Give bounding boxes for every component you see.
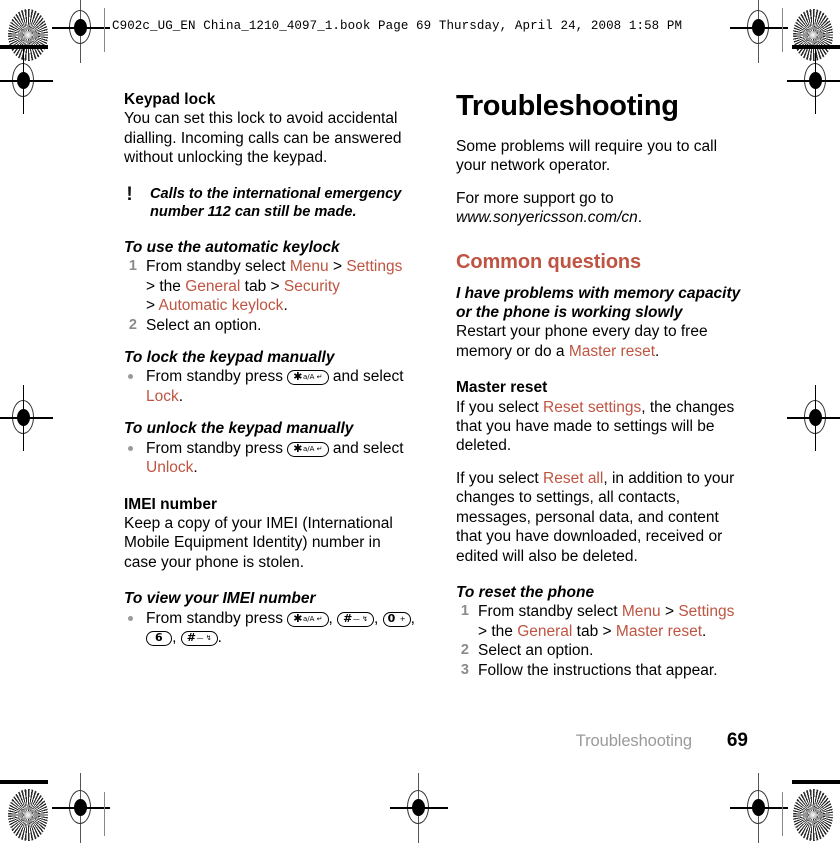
- step-text: From standby select Menu > Settings > th…: [146, 258, 403, 315]
- list-item: 2 Select an option.: [124, 316, 416, 335]
- step-text: From standby select Menu > Settings > th…: [478, 603, 735, 640]
- procedure-title-view-imei: To view your IMEI number: [124, 590, 316, 608]
- settings-link[interactable]: Settings: [346, 258, 402, 275]
- menu-link[interactable]: Menu: [290, 258, 329, 275]
- paragraph-memory-answer: Restart your phone every day to free mem…: [456, 323, 708, 360]
- general-tab-link[interactable]: General: [185, 278, 240, 295]
- star-key-icon: ✱a/A ↵: [287, 611, 329, 627]
- six-key-icon: 6: [146, 630, 173, 646]
- security-link[interactable]: Security: [284, 278, 340, 295]
- steps-view-imei: From standby press ✱a/A ↵, #— ↯, 0 +, 6 …: [124, 609, 416, 648]
- list-item: 3 Follow the instructions that appear.: [456, 661, 748, 680]
- master-reset-link[interactable]: Master reset: [616, 623, 702, 640]
- step-text: From standby press ✱a/A ↵, #— ↯, 0 +, 6 …: [146, 609, 415, 646]
- question-memory-capacity-title: I have problems with memory capacity or …: [456, 284, 741, 322]
- heading-imei-number: IMEI number: [124, 495, 218, 513]
- step-text: From standby press ✱a/A ↵ and select Unl…: [146, 439, 404, 477]
- paragraph-reset-settings: If you select Reset settings, the change…: [456, 398, 735, 455]
- step-number: 2: [128, 316, 137, 333]
- heading-keypad-lock: Keypad lock: [124, 91, 216, 108]
- right-column: Troubleshooting Some problems will requi…: [456, 90, 748, 680]
- hash-key-icon: #— ↯: [180, 630, 218, 646]
- automatic-keylock-link[interactable]: Automatic keylock: [159, 297, 284, 314]
- list-item: From standby press ✱a/A ↵ and select Unl…: [124, 439, 416, 478]
- page-content: Keypad lock You can set this lock to avo…: [0, 0, 840, 840]
- step-number: 3: [460, 661, 469, 678]
- list-item: From standby press ✱a/A ↵ and select Loc…: [124, 367, 416, 406]
- settings-link[interactable]: Settings: [678, 603, 734, 620]
- note-text: Calls to the international emergency num…: [150, 185, 402, 220]
- steps-unlock-keypad: From standby press ✱a/A ↵ and select Unl…: [124, 439, 416, 478]
- reset-all-link[interactable]: Reset all: [543, 470, 603, 487]
- star-key-icon: ✱a/A ↵: [287, 370, 329, 386]
- page-title: Troubleshooting: [456, 90, 679, 122]
- heading-master-reset: Master reset: [456, 379, 548, 397]
- step-number: 1: [128, 258, 137, 275]
- paragraph-imei-body: Keep a copy of your IMEI (International …: [124, 514, 393, 571]
- list-item: 2 Select an option.: [456, 641, 748, 660]
- menu-link[interactable]: Menu: [622, 603, 661, 620]
- step-text: Select an option.: [478, 642, 594, 660]
- list-item: 1 From standby select Menu > Settings > …: [456, 602, 748, 641]
- procedure-title-reset-phone: To reset the phone: [456, 583, 595, 601]
- step-text: Follow the instructions that appear.: [478, 661, 718, 679]
- step-number: 2: [460, 642, 469, 659]
- note-emergency-calls: ! Calls to the international emergency n…: [124, 185, 416, 221]
- list-item: From standby press ✱a/A ↵, #— ↯, 0 +, 6 …: [124, 609, 416, 648]
- general-tab-link[interactable]: General: [517, 623, 572, 640]
- left-column: Keypad lock You can set this lock to avo…: [124, 90, 416, 647]
- procedure-title-automatic-keylock: To use the automatic keylock: [124, 239, 340, 257]
- step-text: From standby press ✱a/A ↵ and select Loc…: [146, 368, 404, 405]
- procedure-title-unlock-keypad: To unlock the keypad manually: [124, 420, 354, 438]
- star-key-icon: ✱a/A ↵: [287, 441, 329, 457]
- footer-chapter-name: Troubleshooting: [575, 732, 692, 750]
- support-url-link[interactable]: www.sonyericsson.com/cn: [456, 209, 638, 226]
- steps-reset-phone: 1 From standby select Menu > Settings > …: [456, 602, 748, 680]
- steps-lock-keypad: From standby press ✱a/A ↵ and select Loc…: [124, 367, 416, 406]
- hash-key-icon: #— ↯: [337, 611, 374, 627]
- footer-page-number: 69: [726, 730, 748, 751]
- paragraph-troubleshooting-intro: Some problems will require you to call y…: [456, 138, 718, 175]
- exclamation-icon: !: [126, 183, 133, 205]
- unlock-link[interactable]: Unlock: [146, 459, 193, 476]
- paragraph-keypad-lock-intro: You can set this lock to avoid accidenta…: [124, 110, 402, 167]
- steps-automatic-keylock: 1 From standby select Menu > Settings > …: [124, 257, 416, 335]
- reset-settings-link[interactable]: Reset settings: [543, 399, 641, 416]
- list-item: 1 From standby select Menu > Settings > …: [124, 257, 416, 315]
- step-text: Select an option.: [146, 316, 262, 334]
- zero-key-icon: 0 +: [382, 611, 411, 627]
- paragraph-support-url: For more support go to www.sonyericsson.…: [456, 189, 643, 227]
- bullet-icon: [128, 445, 133, 451]
- procedure-title-lock-keypad: To lock the keypad manually: [124, 349, 335, 367]
- master-reset-link[interactable]: Master reset: [569, 343, 655, 360]
- bullet-icon: [128, 374, 133, 380]
- paragraph-reset-all: If you select Reset all, in addition to …: [456, 469, 735, 565]
- step-number: 1: [460, 603, 469, 620]
- page-footer: Troubleshooting 69: [456, 730, 748, 752]
- lock-link[interactable]: Lock: [146, 388, 179, 405]
- bullet-icon: [128, 615, 133, 621]
- section-heading-common-questions: Common questions: [456, 250, 642, 273]
